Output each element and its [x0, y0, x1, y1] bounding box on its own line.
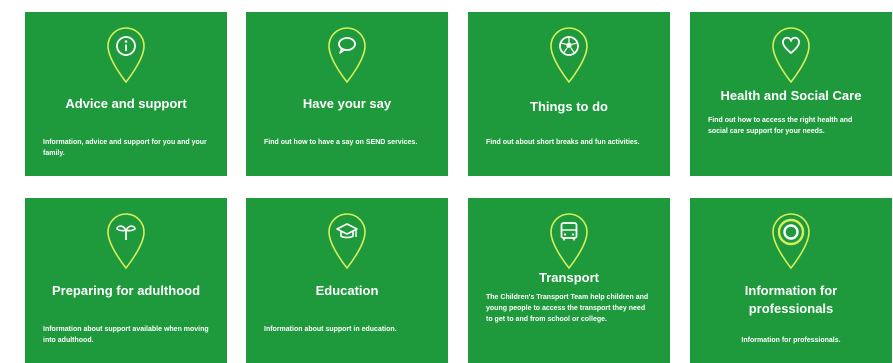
tile-description: Find out how to have a say on SEND servi… — [264, 139, 418, 146]
ball-icon — [545, 22, 593, 86]
target-icon — [767, 208, 815, 272]
speech-bubble-icon — [323, 22, 371, 86]
tile-description: Information about support available when… — [43, 326, 209, 344]
tile-title: Information for professionals — [744, 283, 838, 316]
tile-transport[interactable]: Transport The Children's Transport Team … — [468, 198, 670, 363]
tile-description: Information about support in education. — [264, 326, 397, 333]
tile-title: Health and Social Care — [720, 88, 862, 103]
tile-title: Things to do — [530, 99, 608, 114]
tile-health-and-social-care[interactable]: Health and Social Care Find out how to a… — [690, 12, 892, 176]
graduation-cap-icon — [323, 208, 371, 272]
sprout-icon — [102, 208, 150, 272]
tile-things-to-do[interactable]: Things to do Find out about short breaks… — [468, 12, 670, 176]
tile-information-for-professionals[interactable]: Information for professionals Informatio… — [690, 198, 892, 363]
tile-description: Find out how to access the right health … — [708, 117, 853, 135]
tile-title: Preparing for adulthood — [51, 283, 201, 298]
info-icon — [102, 22, 150, 86]
tile-title: Have your say — [302, 96, 392, 111]
tile-advice-and-support[interactable]: Advice and support Information, advice a… — [25, 12, 227, 176]
heart-icon — [767, 22, 815, 86]
tile-title: Transport — [539, 270, 599, 285]
tile-education[interactable]: Education Information about support in e… — [246, 198, 448, 363]
tile-title: Education — [315, 283, 379, 298]
tile-title: Advice and support — [65, 96, 187, 111]
tile-have-your-say[interactable]: Have your say Find out how to have a say… — [246, 12, 448, 176]
tile-description: Information for professionals. — [741, 337, 841, 344]
tile-preparing-for-adulthood[interactable]: Preparing for adulthood Information abou… — [25, 198, 227, 363]
services-grid: Advice and support Information, advice a… — [0, 0, 893, 363]
tile-description: Information, advice and support for you … — [43, 139, 207, 157]
tile-description: The Children's Transport Team help child… — [486, 294, 649, 323]
tile-description: Find out about short breaks and fun acti… — [486, 139, 640, 146]
bus-icon — [545, 208, 593, 272]
